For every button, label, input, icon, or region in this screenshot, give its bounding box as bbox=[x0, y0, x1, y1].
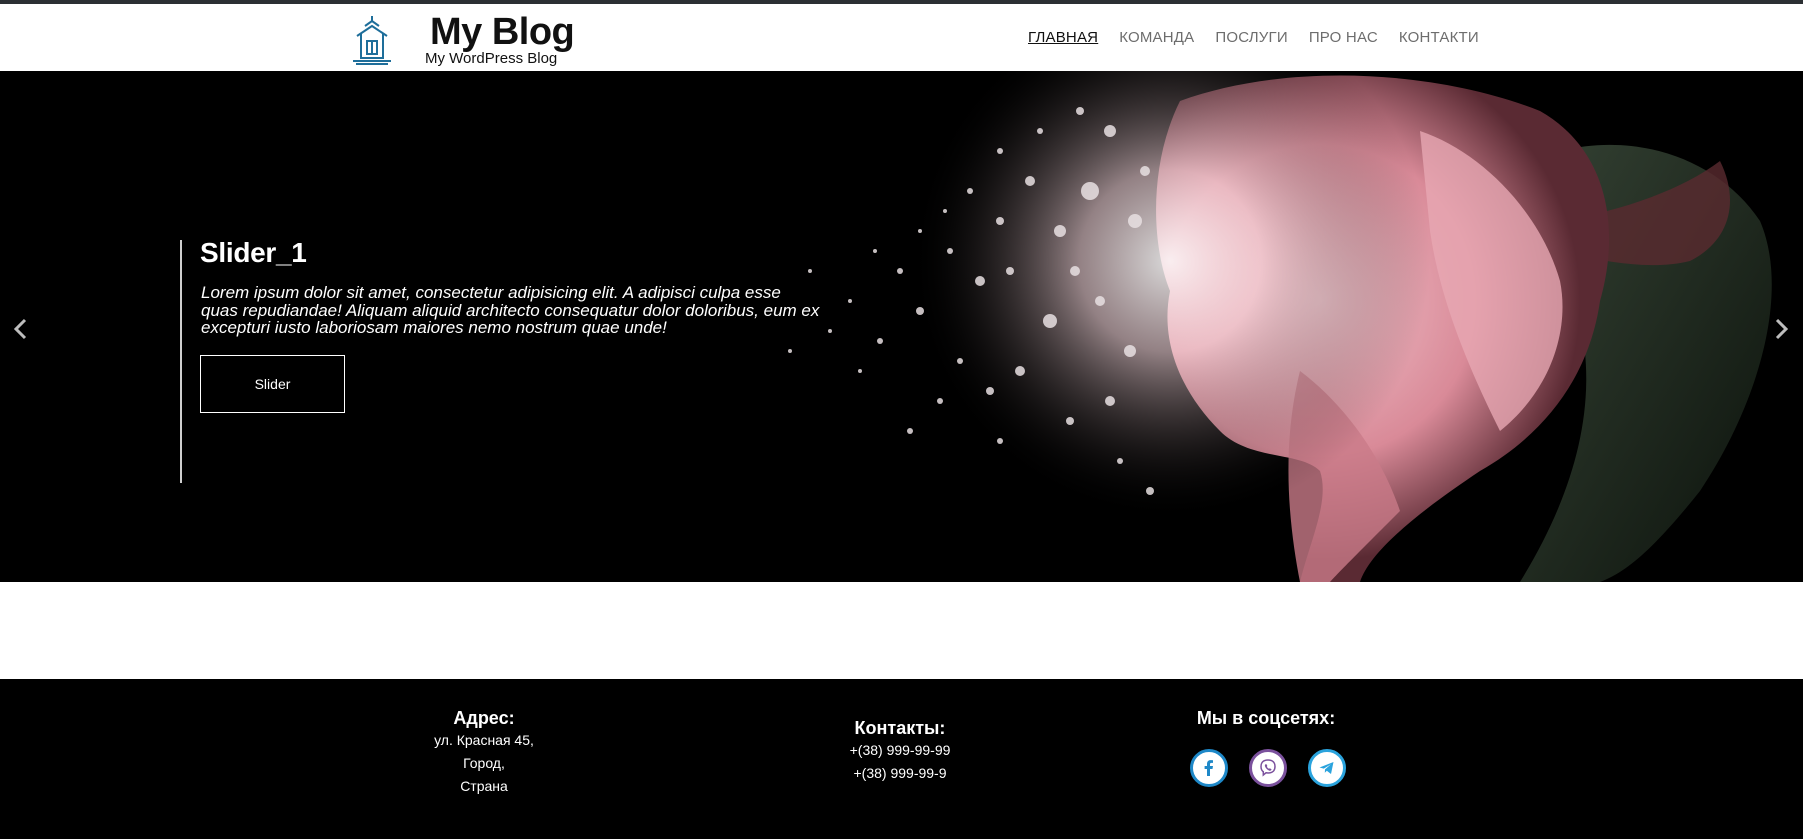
main-nav: ГЛАВНАЯ КОМАНДА ПОСЛУГИ ПРО НАС КОНТАКТИ bbox=[1028, 29, 1479, 47]
footer-contacts: Контакты: +(38) 999-99-99 +(38) 999-99-9 bbox=[850, 717, 951, 785]
nav-item-home[interactable]: ГЛАВНАЯ bbox=[1028, 29, 1098, 47]
facebook-icon bbox=[1204, 760, 1213, 776]
footer-address-heading: Адрес: bbox=[453, 708, 515, 728]
site-tagline: My WordPress Blog bbox=[425, 50, 558, 67]
telegram-icon bbox=[1319, 762, 1334, 774]
slide-button[interactable]: Slider bbox=[200, 355, 345, 413]
facebook-button[interactable] bbox=[1190, 749, 1228, 787]
nav-item-services[interactable]: ПОСЛУГИ bbox=[1215, 29, 1287, 47]
nav-item-team[interactable]: КОМАНДА bbox=[1119, 29, 1194, 47]
house-icon[interactable] bbox=[348, 14, 396, 66]
hero-slider: Slider_1 Lorem ipsum dolor sit amet, con… bbox=[0, 71, 1803, 582]
chevron-right-icon bbox=[1775, 318, 1789, 340]
footer-social: Мы в соцсетях: bbox=[1197, 707, 1335, 729]
footer-phone[interactable]: +(38) 999-99-9 bbox=[850, 762, 951, 785]
site-title[interactable]: My Blog bbox=[430, 10, 575, 54]
footer-phone[interactable]: +(38) 999-99-99 bbox=[850, 739, 951, 762]
telegram-button[interactable] bbox=[1308, 749, 1346, 787]
content-gap bbox=[0, 582, 1803, 679]
slider-next-button[interactable] bbox=[1768, 310, 1796, 348]
slide-title: Slider_1 bbox=[200, 237, 307, 268]
viber-icon bbox=[1260, 759, 1276, 777]
footer-address: Адрес: ул. Красная 45, Город, Страна bbox=[434, 707, 534, 798]
footer-address-line: Страна bbox=[460, 778, 508, 794]
viber-button[interactable] bbox=[1249, 749, 1287, 787]
footer-address-line: Город, bbox=[463, 755, 505, 771]
nav-item-about[interactable]: ПРО НАС bbox=[1309, 29, 1378, 47]
chevron-left-icon bbox=[13, 318, 27, 340]
slide-border-line bbox=[180, 240, 182, 483]
social-links bbox=[1190, 749, 1346, 787]
slide-text: Lorem ipsum dolor sit amet, consectetur … bbox=[201, 283, 820, 337]
footer-address-line: ул. Красная 45, bbox=[434, 732, 534, 748]
slider-prev-button[interactable] bbox=[6, 310, 34, 348]
footer-contacts-heading: Контакты: bbox=[854, 718, 946, 738]
nav-item-contacts[interactable]: КОНТАКТИ bbox=[1399, 29, 1479, 47]
footer-social-heading: Мы в соцсетях: bbox=[1196, 708, 1336, 728]
site-header: My Blog My WordPress Blog ГЛАВНАЯ КОМАНД… bbox=[0, 4, 1803, 71]
site-footer: Адрес: ул. Красная 45, Город, Страна Кон… bbox=[0, 679, 1803, 839]
